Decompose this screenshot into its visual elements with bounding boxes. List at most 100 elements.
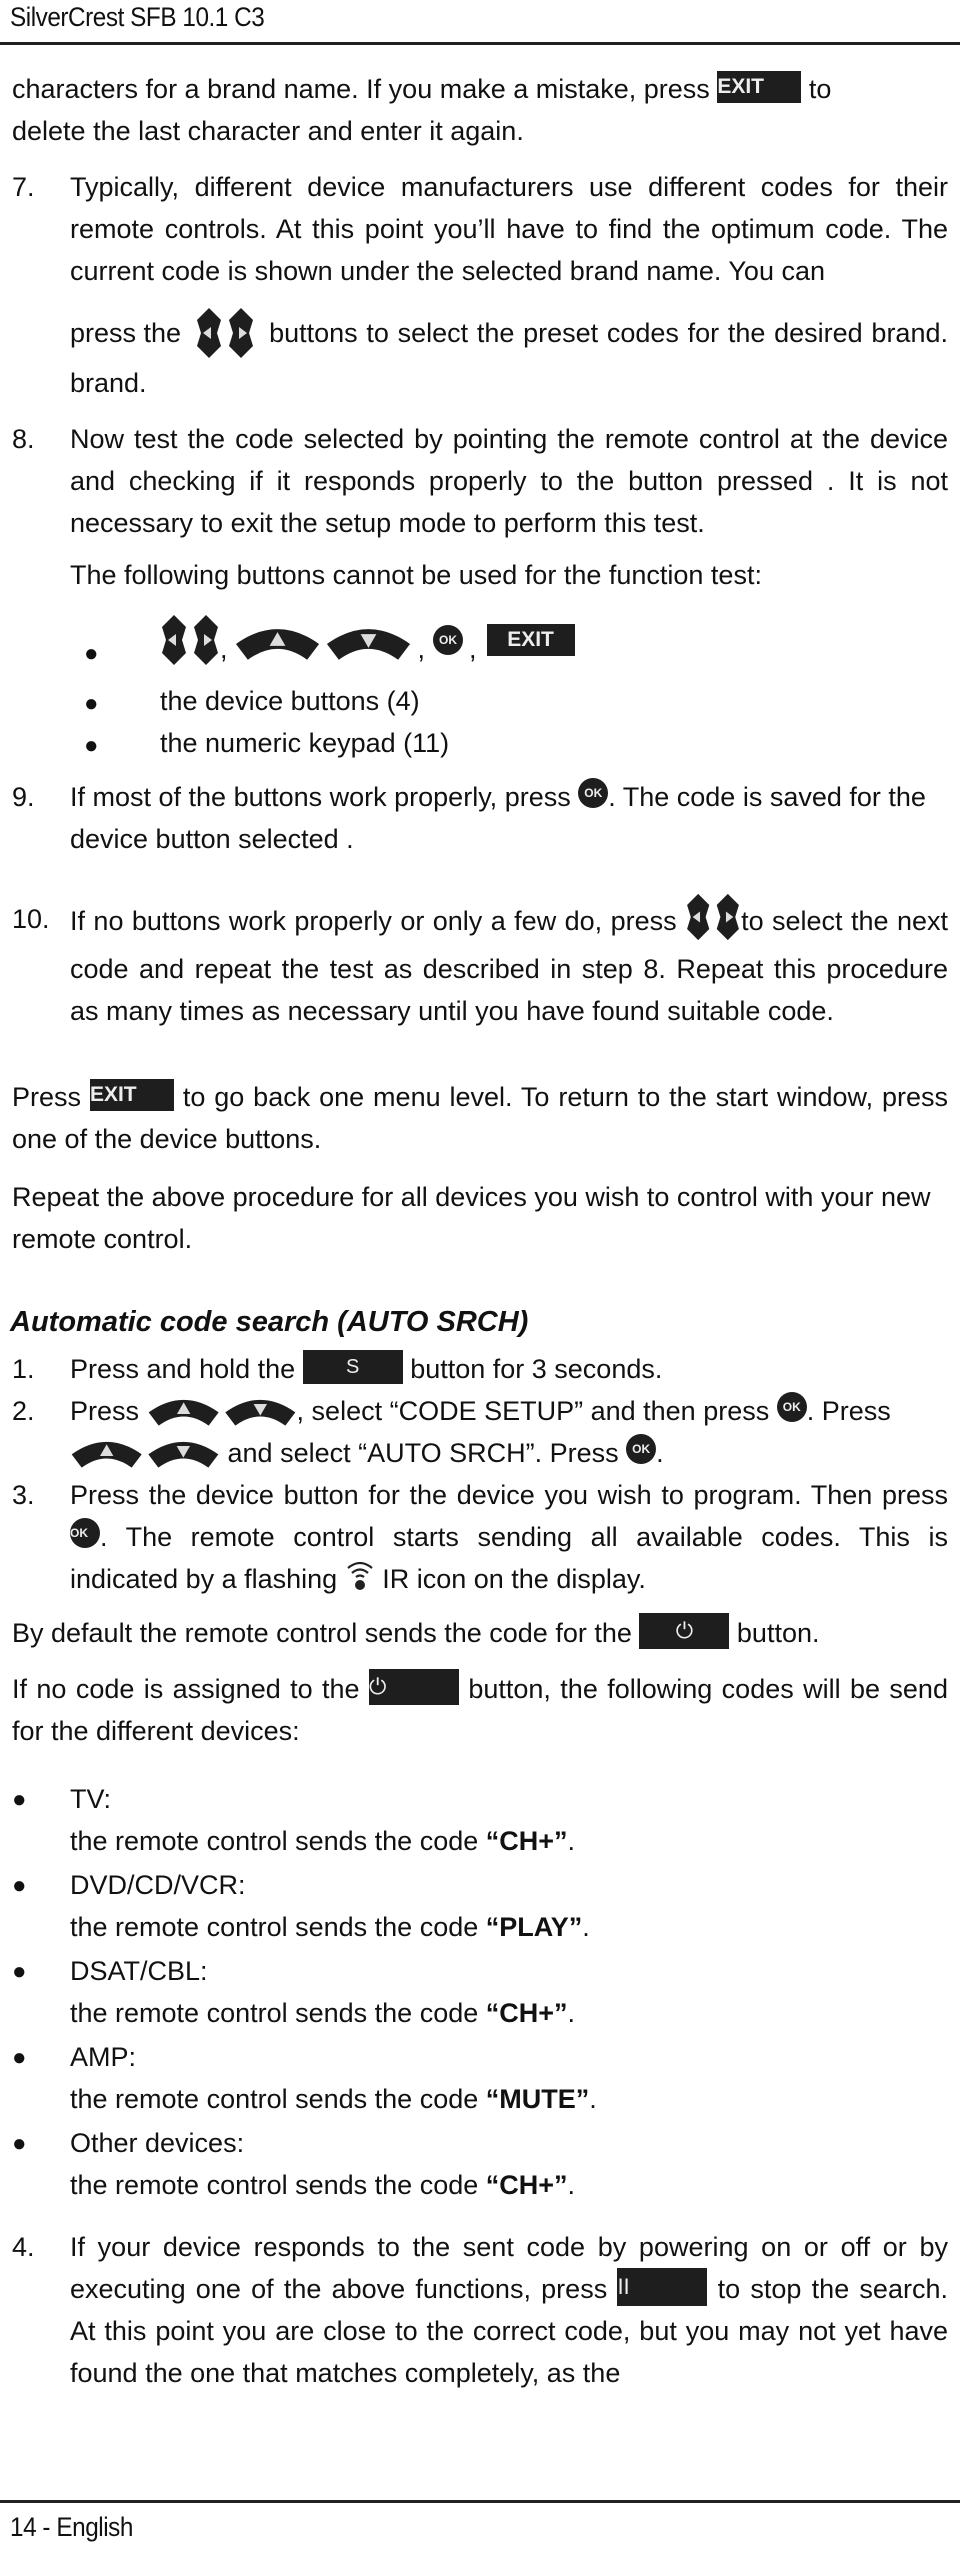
bullet-numeric-keypad: the numeric keypad (11) (160, 728, 450, 758)
up-down-arrows-icon (70, 1432, 220, 1470)
step-number: 4. (12, 2232, 35, 2262)
ok-button-icon: OK (578, 777, 609, 808)
separator: , (469, 634, 477, 664)
left-right-arrows-icon (160, 613, 220, 667)
manual-page: SilverCrest SFB 10.1 C3 characters for a… (0, 0, 960, 2557)
auto-step-2-e: . (656, 1438, 664, 1468)
step-8-text: Now test the code selected by pointing t… (70, 424, 948, 538)
default-a: By default the remote control sends the … (12, 1618, 632, 1648)
device-name: Other devices: (70, 2128, 245, 2158)
sends-prefix: the remote control sends the code (70, 2084, 479, 2114)
device-code-line: the remote control sends the code “CH+”. (70, 1998, 576, 2028)
left-right-arrows-icon (195, 306, 255, 360)
section-heading: Automatic code search (AUTO SRCH) (10, 1306, 529, 1338)
intro-text-c: delete the last character and enter it a… (12, 116, 524, 146)
device-code-line: the remote control sends the code “MUTE”… (70, 2084, 597, 2114)
auto-step-2-a: Press (70, 1396, 140, 1426)
step-10-a: If no buttons work properly or only a fe… (70, 906, 677, 937)
power-button-icon: ⏻ (639, 1612, 730, 1649)
bullet-icon: ● (84, 732, 99, 759)
separator: , (417, 634, 426, 664)
exit-button-icon: EXIT (717, 70, 802, 103)
step-7-press-b: buttons to select the preset codes for t… (269, 318, 948, 348)
sends-prefix: the remote control sends the code (70, 1912, 479, 1942)
intro-text-b: to (808, 74, 832, 104)
page-footer-label: 14 - English (10, 2512, 133, 2542)
repeat-paragraph: Repeat the above procedure for all devic… (12, 1182, 931, 1254)
page-header-title: SilverCrest SFB 10.1 C3 (10, 2, 265, 32)
auto-step-2-b: , select “CODE SETUP” and then press (296, 1396, 770, 1426)
exit-button-icon: EXIT (89, 1078, 174, 1111)
device-name: DSAT/CBL: (70, 1956, 208, 1986)
sends-prefix: the remote control sends the code (70, 2170, 479, 2200)
bullet-icon: ● (84, 640, 99, 667)
step-number: 10. (12, 904, 50, 934)
step-7-press-a: press the (70, 318, 182, 348)
auto-step-2-line2: and select “AUTO SRCH”. Press OK. (70, 1432, 664, 1474)
auto-step-3-a: Press the device button for the device y… (70, 1480, 948, 1510)
sends-prefix: the remote control sends the code (70, 1826, 479, 1856)
auto-step-3-c: IR icon on the display. (382, 1564, 646, 1594)
bullet-device-buttons: the device buttons (4) (160, 686, 420, 716)
step-7-brand: brand. (70, 368, 147, 398)
pause-button-icon: II (617, 2267, 708, 2306)
bullet-icon: ● (12, 2044, 27, 2071)
bullet-icon: ● (12, 1872, 27, 1899)
bullet-icon: ● (12, 2130, 27, 2157)
device-code: “PLAY” (485, 1912, 583, 1942)
header-rule (0, 42, 960, 45)
device-code: “CH+” (485, 1826, 568, 1856)
step-number: 1. (12, 1354, 35, 1384)
sends-prefix: the remote control sends the code (70, 1998, 479, 2028)
step-number: 9. (12, 782, 35, 812)
exit-button-icon: EXIT (486, 624, 575, 656)
device-name: AMP: (70, 2042, 137, 2072)
noassign-a: If no code is assigned to the (12, 1674, 360, 1704)
device-name: TV: (70, 1784, 112, 1814)
excluded-buttons-row: , , OK , EXIT (160, 610, 575, 670)
bullet-icon: ● (12, 1786, 27, 1813)
auto-step-3: Press the device button for the device y… (70, 1474, 948, 1600)
ok-button-icon: OK (70, 1517, 100, 1548)
device-code-line: the remote control sends the code “CH+”. (70, 2170, 576, 2200)
press-exit-a: Press (12, 1082, 82, 1112)
device-code: “CH+” (485, 2170, 568, 2200)
s-button-icon: S (302, 1349, 403, 1384)
device-code-line: the remote control sends the code “CH+”. (70, 1826, 576, 1856)
ok-button-icon: OK (626, 1433, 657, 1464)
default-b: button. (736, 1618, 820, 1648)
step-7-text: Typically, different device manufacturer… (70, 172, 948, 286)
bullet-icon: ● (84, 690, 99, 717)
up-down-arrows-icon (147, 1390, 297, 1428)
press-exit-paragraph: Press EXIT to go back one menu level. To… (12, 1076, 948, 1160)
bullet-icon: ● (12, 1958, 27, 1985)
device-name: DVD/CD/VCR: (70, 1870, 246, 1900)
ok-button-icon: OK (433, 625, 464, 655)
auto-step-1-b: button for 3 seconds. (410, 1354, 663, 1384)
auto-step-2-d: and select “AUTO SRCH”. Press (227, 1438, 619, 1468)
auto-step-1: Press and hold the S button for 3 second… (70, 1348, 662, 1390)
up-down-arrows-icon (234, 618, 412, 662)
step-8-following: The following buttons cannot be used for… (70, 560, 762, 590)
step-number: 7. (12, 172, 35, 202)
device-code-line: the remote control sends the code “PLAY”… (70, 1912, 590, 1942)
power-button-icon: ⏻ (368, 1668, 459, 1705)
step-9-text: If most of the buttons work properly, pr… (70, 776, 948, 860)
step-number: 2. (12, 1396, 35, 1426)
step-number: 8. (12, 424, 35, 454)
separator: , (220, 634, 228, 664)
left-right-arrows-icon (685, 892, 741, 942)
step-7-press-line: press the buttons to select the preset c… (70, 306, 948, 360)
footer-rule (0, 2500, 960, 2503)
device-code: “MUTE” (485, 2084, 590, 2114)
step-10-text: If no buttons work properly or only a fe… (70, 898, 948, 1032)
auto-step-4: If your device responds to the sent code… (70, 2226, 948, 2394)
default-code-line: By default the remote control sends the … (12, 1612, 819, 1654)
auto-step-2: Press , select “CODE SETUP” and then pre… (70, 1390, 948, 1432)
intro-paragraph: characters for a brand name. If you make… (12, 68, 948, 152)
device-code: “CH+” (485, 1998, 568, 2028)
ir-signal-icon (346, 1561, 373, 1590)
intro-text-a: characters for a brand name. If you make… (12, 74, 710, 104)
no-code-paragraph: If no code is assigned to the ⏻ button, … (12, 1668, 948, 1752)
step-9-a: If most of the buttons work properly, pr… (70, 782, 571, 812)
